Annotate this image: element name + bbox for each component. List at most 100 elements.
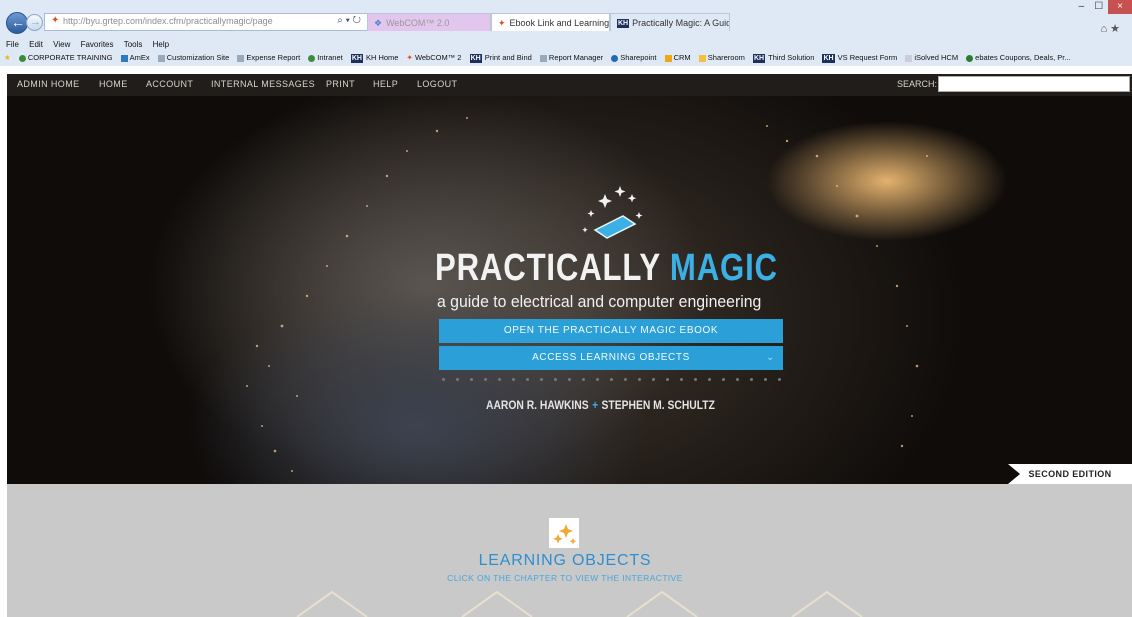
menu-bar: File Edit View Favorites Tools Help — [0, 40, 171, 52]
magic-tablet-sparkle-icon — [582, 186, 643, 239]
maximize-button[interactable]: ☐ — [1089, 0, 1108, 14]
menu-help[interactable]: Help — [153, 40, 169, 49]
page-subtitle: a guide to electrical and computer engin… — [437, 292, 762, 311]
kh-icon: KH — [350, 53, 363, 63]
address-tools[interactable]: ⌕ ▾ ↻ — [337, 15, 361, 26]
kh-icon: KH — [822, 53, 835, 63]
fav-webcom[interactable]: ✦ WebCOM™ 2 — [407, 53, 462, 62]
fav-shareroom[interactable]: Shareroom — [698, 53, 745, 62]
webcom-red-icon: ✦ — [406, 53, 413, 62]
learning-objects-subtitle: CLICK ON THE CHAPTER TO VIEW THE INTERAC… — [447, 573, 683, 583]
tab-ebook-link[interactable]: ✦Ebook Link and Learning O...× — [491, 13, 610, 31]
tab-label: WebCOM™ 2.0 — [386, 18, 450, 28]
fav-expense-report[interactable]: Expense Report — [237, 53, 300, 62]
nav-print[interactable]: PRINT — [326, 79, 355, 89]
back-arrow-icon: ← — [11, 14, 25, 30]
fav-customization-site[interactable]: Customization Site — [157, 53, 229, 62]
tab-webcom[interactable]: ❖ WebCOM™ 2.0 — [367, 13, 491, 31]
menu-edit[interactable]: Edit — [29, 40, 43, 49]
browser-nav-row: ← → ✦ http://byu.grtep.com/index.cfm/pra… — [0, 0, 1132, 36]
kh-icon: KH — [752, 53, 766, 63]
fav-corporate-training[interactable]: CORPORATE TRAINING — [18, 53, 113, 62]
fav-isolved-hcm[interactable]: iSolved HCM — [905, 53, 958, 62]
chapter-arch-1 — [296, 590, 368, 617]
tab-label: Practically Magic: A Guide to E... — [632, 18, 729, 28]
author-separator-icon: + — [592, 398, 599, 412]
chevron-down-icon: ⌄ — [766, 352, 775, 363]
search-input[interactable] — [938, 76, 1130, 92]
hero-sparkle-particles — [246, 117, 928, 472]
sparkle-icon — [553, 524, 577, 545]
hero-banner — [7, 96, 1132, 484]
learning-objects-title: LEARNING OBJECTS — [478, 552, 652, 569]
title-white: PRACTICALLY — [435, 247, 661, 289]
menu-favorites[interactable]: Favorites — [81, 40, 114, 49]
home-favorites-tools[interactable]: ⌂ ★ — [1100, 22, 1120, 35]
menu-file[interactable]: File — [6, 40, 19, 49]
fav-sharepoint[interactable]: Sharepoint — [611, 53, 657, 62]
isolved-icon — [905, 54, 913, 62]
address-url[interactable]: http://byu.grtep.com/index.cfm/practical… — [63, 16, 273, 26]
edition-badge: SECOND EDITION — [1008, 464, 1132, 484]
access-learning-objects-label: ACCESS LEARNING OBJECTS — [532, 352, 690, 363]
amex-icon — [120, 54, 128, 62]
close-window-button[interactable]: × — [1108, 0, 1132, 14]
fav-kh-home[interactable]: KH KH Home — [350, 53, 398, 63]
authors-line: AARON R. HAWKINS + STEPHEN M. SCHULTZ — [486, 398, 715, 412]
fav-amex[interactable]: AmEx — [120, 53, 150, 62]
forward-arrow-icon: → — [30, 16, 41, 28]
intranet-icon — [308, 54, 316, 62]
site-favicon-icon: ✦ — [51, 15, 60, 26]
page-title: PRACTICALLY MAGIC — [435, 247, 777, 290]
site-nav-bar: ADMIN HOME HOME ACCOUNT INTERNAL MESSAGE… — [7, 74, 1132, 96]
shareroom-icon — [698, 54, 706, 62]
ie-page-icon — [157, 54, 165, 62]
kh-icon: KH — [469, 53, 482, 63]
fav-print-and-bind[interactable]: KH Print and Bind — [469, 53, 532, 63]
nav-internal-messages[interactable]: INTERNAL MESSAGES — [211, 79, 315, 89]
corporate-training-icon — [18, 54, 26, 62]
nav-account[interactable]: ACCOUNT — [146, 79, 193, 89]
tab-practically-magic[interactable]: KHPractically Magic: A Guide to E... — [610, 13, 730, 31]
crm-icon — [664, 54, 672, 62]
fav-crm[interactable]: CRM — [664, 53, 691, 62]
nav-help[interactable]: HELP — [373, 79, 398, 89]
kh-icon: KH — [617, 19, 630, 29]
access-learning-objects-button[interactable]: ACCESS LEARNING OBJECTS ⌄ — [439, 346, 783, 370]
favorites-star-icon[interactable]: ★ — [4, 53, 11, 62]
fav-vs-request-form[interactable]: KH VS Request Form — [822, 53, 897, 63]
chapter-arch-4 — [791, 590, 863, 617]
nav-home[interactable]: HOME — [99, 79, 128, 89]
chapter-arch-2 — [461, 590, 533, 617]
open-ebook-button[interactable]: OPEN THE PRACTICALLY MAGIC EBOOK — [439, 319, 783, 343]
nav-admin-home[interactable]: ADMIN HOME — [17, 79, 80, 89]
sharepoint-icon — [611, 54, 619, 62]
webcom-icon: ❖ — [374, 18, 383, 28]
minimize-button[interactable]: – — [1074, 0, 1090, 14]
ebates-icon — [966, 54, 974, 62]
menu-view[interactable]: View — [53, 40, 70, 49]
address-bar[interactable]: ✦ http://byu.grtep.com/index.cfm/practic… — [44, 13, 368, 31]
dotted-divider — [442, 378, 786, 384]
chapter-arches — [296, 590, 863, 617]
search-label: SEARCH: — [897, 79, 938, 89]
webcom-red-icon: ✦ — [498, 18, 506, 28]
fav-intranet[interactable]: Intranet — [308, 53, 343, 62]
favorites-bar: ★ CORPORATE TRAINING AmEx Customization … — [0, 53, 1077, 65]
learning-objects-badge — [549, 518, 579, 548]
forward-button[interactable]: → — [26, 14, 43, 31]
back-button[interactable]: ← — [6, 12, 28, 34]
author-1: AARON R. HAWKINS — [486, 398, 589, 412]
nav-logout[interactable]: LOGOUT — [417, 79, 457, 89]
chapter-arch-3 — [626, 590, 698, 617]
window-controls: – ☐ × — [1074, 0, 1132, 14]
fav-report-manager[interactable]: Report Manager — [539, 53, 603, 62]
ie-page-icon — [237, 54, 245, 62]
title-blue: MAGIC — [669, 247, 778, 289]
browser-chrome: ← → ✦ http://byu.grtep.com/index.cfm/pra… — [0, 0, 1132, 66]
ie-page-icon — [539, 54, 547, 62]
menu-tools[interactable]: Tools — [124, 40, 143, 49]
tab-label: Ebook Link and Learning O... — [509, 18, 610, 28]
fav-third-solution[interactable]: KH Third Solution — [752, 53, 814, 63]
fav-ebates[interactable]: ebates Coupons, Deals, Pr... — [966, 53, 1071, 62]
